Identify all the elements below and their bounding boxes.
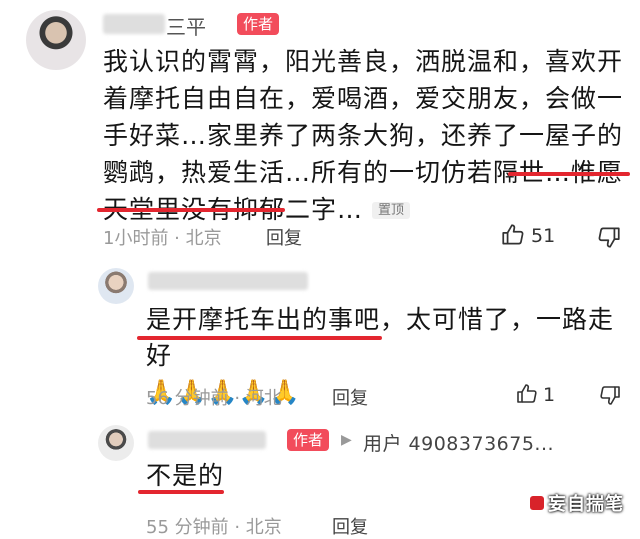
like-count: 51 xyxy=(531,225,556,247)
comment-text: 我认识的霄霄，阳光善良，洒脱温和，喜欢开着摩托自由自在，爱喝酒，爱交朋友，会做一… xyxy=(103,43,623,228)
thumbs-up-icon[interactable] xyxy=(515,382,539,406)
reply-button[interactable]: 回复 xyxy=(266,224,302,250)
reply-body: 不是的 xyxy=(146,461,225,490)
author-badge: 作者 xyxy=(287,429,330,451)
thumbs-down-icon[interactable] xyxy=(596,224,622,250)
avatar[interactable] xyxy=(98,425,134,461)
watermark-logo-icon xyxy=(530,496,544,510)
reply-to-user[interactable]: 用户 4908373675... xyxy=(363,429,554,456)
reply-arrow-icon: ▶ xyxy=(341,432,352,448)
avatar[interactable] xyxy=(26,10,86,70)
thumbs-down-icon[interactable] xyxy=(598,383,622,407)
highlight-underline xyxy=(138,490,224,494)
avatar[interactable] xyxy=(98,268,134,304)
username-suffix[interactable]: 三平 xyxy=(166,11,206,40)
pinned-badge: 置顶 xyxy=(371,202,410,219)
highlight-underline xyxy=(97,208,285,212)
reply-button[interactable]: 回复 xyxy=(332,384,368,410)
reply-button[interactable]: 回复 xyxy=(332,513,368,539)
blurred-username xyxy=(148,431,266,449)
comment-body: 我认识的霄霄，阳光善良，洒脱温和，喜欢开着摩托自由自在，爱喝酒，爱交朋友，会做一… xyxy=(103,47,624,224)
comment-meta: 1小时前 · 北京 xyxy=(103,228,222,249)
highlight-underline xyxy=(137,336,382,340)
highlight-underline xyxy=(508,172,630,176)
thumbs-up-icon[interactable] xyxy=(500,222,526,248)
reply-meta: 55 分钟前 · 北京 xyxy=(146,517,282,538)
author-badge: 作者 xyxy=(237,13,280,35)
reply-meta: 56 分钟前 · 河北 xyxy=(146,388,282,409)
watermark: 妄自揣笔 xyxy=(548,494,624,515)
like-count: 1 xyxy=(543,384,556,406)
blurred-username xyxy=(103,14,165,34)
blurred-username xyxy=(148,272,308,290)
